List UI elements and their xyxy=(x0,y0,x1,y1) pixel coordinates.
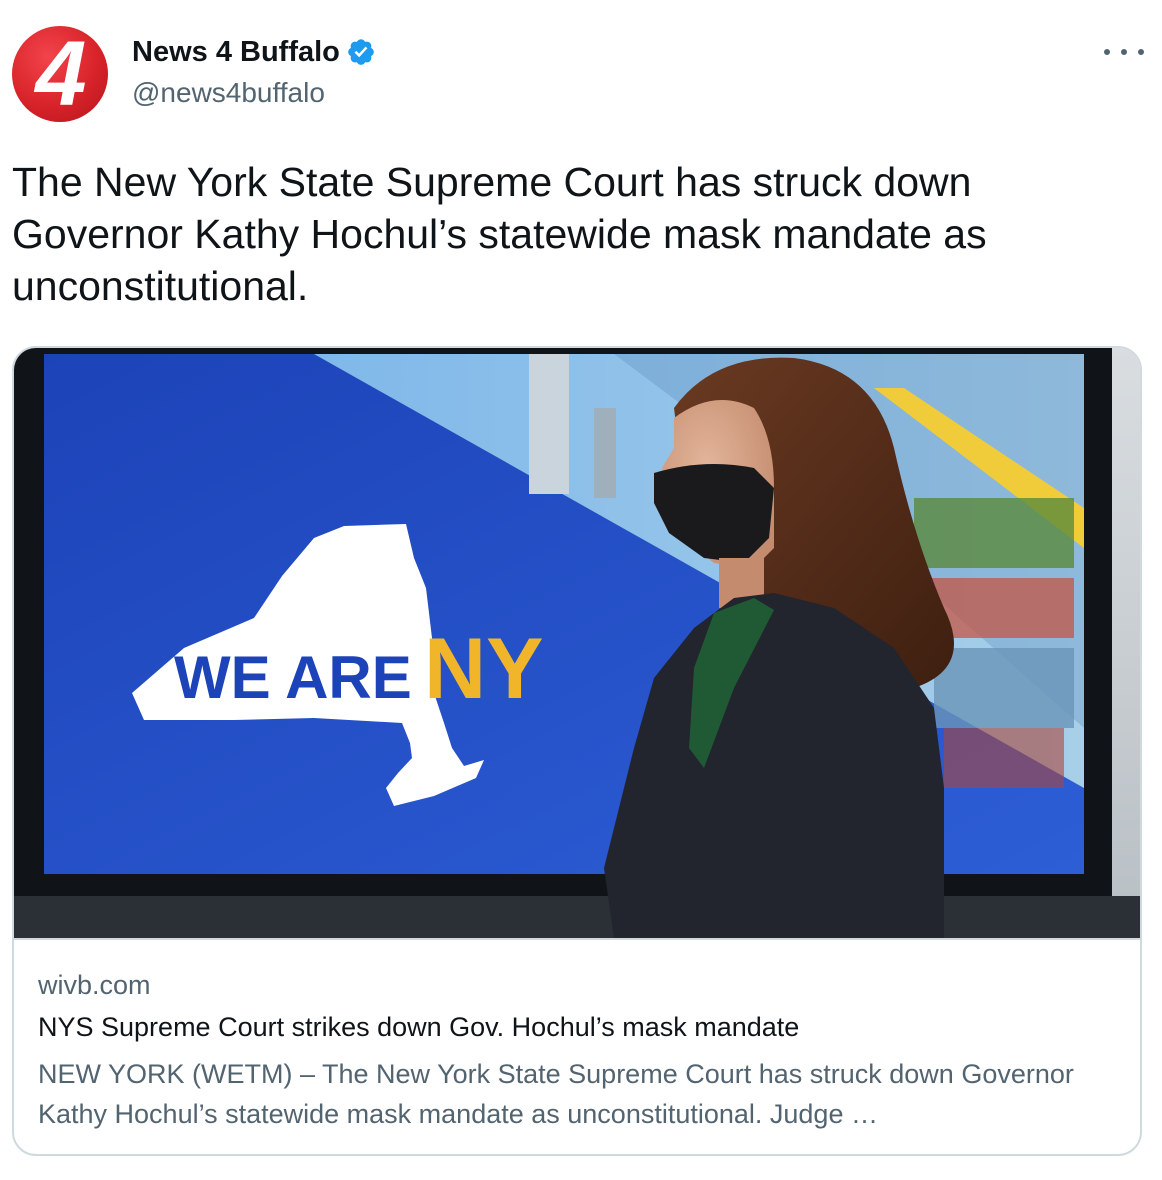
more-dot xyxy=(1104,49,1110,55)
author-name[interactable]: News 4 Buffalo xyxy=(132,34,340,70)
verified-badge-icon xyxy=(348,39,374,65)
link-card[interactable]: WE ARE NY wivb.com NYS Supreme Court str… xyxy=(12,346,1142,1156)
avatar-logo-text: 4 xyxy=(35,26,86,122)
card-divider xyxy=(14,938,1140,940)
card-description: NEW YORK (WETM) – The New York State Sup… xyxy=(38,1059,1074,1129)
article-photo[interactable]: WE ARE NY xyxy=(14,348,1140,938)
more-dot xyxy=(1138,49,1144,55)
avatar[interactable]: 4 xyxy=(12,26,108,122)
more-dot xyxy=(1121,49,1127,55)
author-handle[interactable]: @news4buffalo xyxy=(132,76,325,110)
tweet-text: The New York State Supreme Court has str… xyxy=(12,159,987,309)
card-domain: wivb.com xyxy=(38,970,151,1000)
image-text-we-are: WE ARE xyxy=(174,644,412,711)
author-name-row: News 4 Buffalo xyxy=(132,34,376,70)
card-title: NYS Supreme Court strikes down Gov. Hoch… xyxy=(38,1012,800,1042)
more-options-icon[interactable] xyxy=(1104,40,1144,64)
image-text-ny: NY xyxy=(424,621,543,717)
